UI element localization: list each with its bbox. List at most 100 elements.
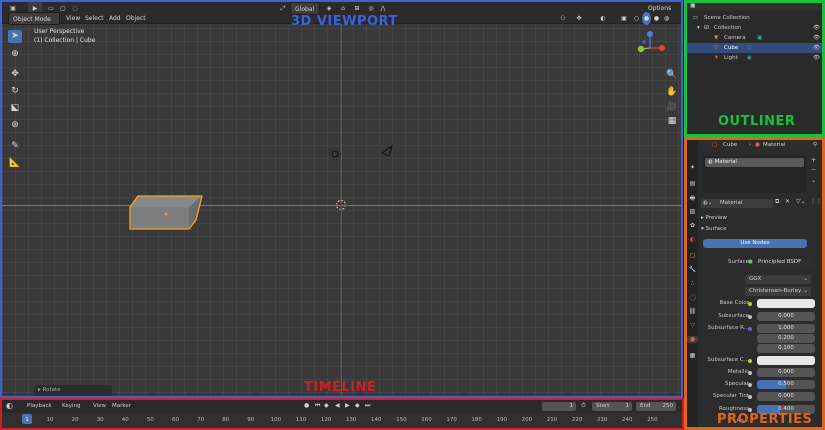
preview-range-icon[interactable]: ⏱ xyxy=(581,402,586,410)
timeline[interactable]: ◐ Playback Keying View Marker ● ⏮ ◆ ◀ ▶ … xyxy=(0,398,684,430)
navigation-gizmo[interactable] xyxy=(632,30,668,66)
xray-icon[interactable]: ▣ xyxy=(619,12,629,25)
tab-world-icon[interactable]: ◐ xyxy=(688,236,697,243)
last-operator-panel[interactable]: ▸ Rotate xyxy=(34,385,112,396)
editor-type-icon[interactable]: ▣ xyxy=(690,3,696,9)
outliner-row-camera[interactable]: ▼ Camera ▣ 👁 xyxy=(687,33,822,43)
slot-menu-icon[interactable]: ⌄ xyxy=(811,177,816,184)
menu-select[interactable]: Select xyxy=(85,12,104,25)
3d-viewport[interactable]: ▣ ▶ ▭ ▢ ◌ Object Mode View Select Add Ob… xyxy=(0,0,683,398)
add-slot-icon[interactable]: + xyxy=(811,157,816,164)
rotate-tool[interactable]: ↻ xyxy=(8,85,22,98)
scale-tool[interactable]: ⬕ xyxy=(8,102,22,115)
socket-dot-icon[interactable] xyxy=(748,327,752,331)
collection-checkbox-icon[interactable]: ☑ xyxy=(704,23,709,33)
current-frame-field[interactable]: 1 xyxy=(542,402,576,411)
socket-dot-icon[interactable] xyxy=(748,315,752,319)
properties-editor[interactable]: ✦ ▤ 🖶 ▧ ✿ ◐ ▢ 🔧 ∴ ◯ ⛓ ▽ ● ▦ ▢ Cube › ● M… xyxy=(684,137,825,430)
cursor-tool[interactable]: ⊕ xyxy=(8,48,22,61)
tab-tool-icon[interactable]: ✦ xyxy=(688,164,697,171)
timeline-menu-playback[interactable]: Playback xyxy=(27,403,52,409)
move-tool[interactable]: ✥ xyxy=(8,68,22,81)
surface-shader-field[interactable]: Principled BSDF xyxy=(756,258,812,267)
zoom-icon[interactable]: 🔍 xyxy=(666,70,678,80)
socket-dot-icon[interactable] xyxy=(748,395,752,399)
shading-rendered-icon[interactable]: ◍ xyxy=(662,12,671,25)
material-browse-icon[interactable]: ◍⌄ xyxy=(703,199,712,208)
annotate-tool[interactable]: ✎ xyxy=(8,140,22,153)
timeline-menu-view[interactable]: View xyxy=(93,403,106,409)
camera-object-icon[interactable] xyxy=(380,144,394,158)
outliner-row-cube[interactable]: ▽ Cube ▽ 👁 xyxy=(687,43,822,53)
mode-dropdown[interactable]: Object Mode xyxy=(8,12,60,25)
pin-icon[interactable]: ⚲ xyxy=(813,140,817,151)
subsurface-radius-x[interactable]: 1.000 xyxy=(757,324,815,333)
start-frame-field[interactable]: Start 1 xyxy=(592,402,632,411)
measure-tool[interactable]: 📐 xyxy=(8,157,22,170)
socket-dot-icon[interactable] xyxy=(748,359,752,363)
subsurface-field[interactable]: 0.000 xyxy=(757,312,815,321)
socket-dot-icon[interactable] xyxy=(748,371,752,375)
unlink-material-icon[interactable]: ✕ xyxy=(785,198,790,205)
panel-surface[interactable]: ▾ Surface xyxy=(701,224,821,234)
subsurface-radius-z[interactable]: 0.100 xyxy=(757,344,815,353)
tab-scene-icon[interactable]: ✿ xyxy=(688,222,697,229)
eye-icon[interactable]: 👁 xyxy=(813,53,820,63)
material-datablock[interactable]: ◍⌄ Material xyxy=(701,199,773,208)
menu-object[interactable]: Object xyxy=(126,12,146,25)
browse-shader-icon[interactable]: ⋮⋮ xyxy=(810,198,822,205)
pan-hand-icon[interactable]: ✋ xyxy=(666,87,678,97)
end-frame-field[interactable]: End 250 xyxy=(636,402,676,411)
base-color-swatch[interactable] xyxy=(757,299,815,308)
transform-tool[interactable]: ⊛ xyxy=(8,119,22,132)
tab-render-icon[interactable]: ▤ xyxy=(688,180,697,187)
eye-icon[interactable]: 👁 xyxy=(813,23,820,33)
gizmo-icon[interactable]: ✥ xyxy=(574,12,584,25)
duplicate-material-icon[interactable]: ⧉ xyxy=(775,198,779,206)
jump-start-icon[interactable]: ⏮ xyxy=(315,402,320,410)
jump-keyframe-forward-icon[interactable]: ◆ xyxy=(355,402,360,409)
tab-particles-icon[interactable]: ∴ xyxy=(688,280,697,287)
select-box-tool[interactable]: ➤ xyxy=(8,30,22,43)
overlay-icon[interactable]: ◐ xyxy=(597,12,609,25)
outliner[interactable]: ▣ ▭ Scene Collection ▾ ☑ Collection 👁 ▼ … xyxy=(684,0,825,137)
visibility-icon[interactable]: ⚇ xyxy=(558,12,568,25)
socket-dot-icon[interactable] xyxy=(748,383,752,387)
material-slot-row[interactable]: ◍ Material xyxy=(705,158,804,167)
use-nodes-button[interactable]: Use Nodes xyxy=(703,239,807,248)
specular-field[interactable]: 0.500 xyxy=(757,380,815,389)
remove-slot-icon[interactable]: − xyxy=(811,166,816,173)
subsurface-method-dropdown[interactable]: Christensen-Burley ⌄ xyxy=(745,287,811,296)
subsurface-radius-y[interactable]: 0.200 xyxy=(757,334,815,343)
outliner-row-light[interactable]: ☀ Light ◉ 👁 xyxy=(687,53,822,63)
outliner-row-scene-collection[interactable]: ▭ Scene Collection xyxy=(687,13,822,23)
expand-arrow-icon[interactable]: ▾ xyxy=(697,23,700,33)
subsurface-color-swatch[interactable] xyxy=(757,356,815,365)
light-object-icon[interactable] xyxy=(328,147,342,161)
ortho-grid-icon[interactable]: ▦ xyxy=(666,116,678,126)
editor-type-icon[interactable]: ◐ xyxy=(6,401,13,410)
panel-preview[interactable]: ▸ Preview xyxy=(701,213,821,223)
camera-view-icon[interactable]: 🎥 xyxy=(666,102,678,112)
play-reverse-icon[interactable]: ◀ xyxy=(335,402,340,409)
cube-object[interactable] xyxy=(126,192,206,232)
outliner-row-collection[interactable]: ▾ ☑ Collection 👁 xyxy=(687,23,822,33)
timeline-menu-keying[interactable]: Keying xyxy=(62,403,80,409)
tab-output-icon[interactable]: 🖶 xyxy=(688,194,697,204)
eye-icon[interactable]: 👁 xyxy=(813,43,820,53)
shading-solid-icon[interactable]: ● xyxy=(642,12,651,25)
shading-material-icon[interactable]: ● xyxy=(652,12,661,25)
filter-icon[interactable]: ▽⌄ xyxy=(796,198,806,205)
tab-view-layer-icon[interactable]: ▧ xyxy=(688,208,697,215)
jump-keyframe-back-icon[interactable]: ◆ xyxy=(324,402,329,409)
menu-add[interactable]: Add xyxy=(109,12,121,25)
distribution-dropdown[interactable]: GGX ⌄ xyxy=(745,275,811,284)
menu-view[interactable]: View xyxy=(66,12,80,25)
record-icon[interactable]: ● xyxy=(304,402,309,409)
material-slot-list[interactable]: ◍ Material xyxy=(703,156,806,193)
timeline-menu-marker[interactable]: Marker xyxy=(112,403,131,409)
jump-end-icon[interactable]: ⏭ xyxy=(365,402,370,410)
specular-tint-field[interactable]: 0.000 xyxy=(757,392,815,401)
eye-icon[interactable]: 👁 xyxy=(813,33,820,43)
metallic-field[interactable]: 0.000 xyxy=(757,368,815,377)
